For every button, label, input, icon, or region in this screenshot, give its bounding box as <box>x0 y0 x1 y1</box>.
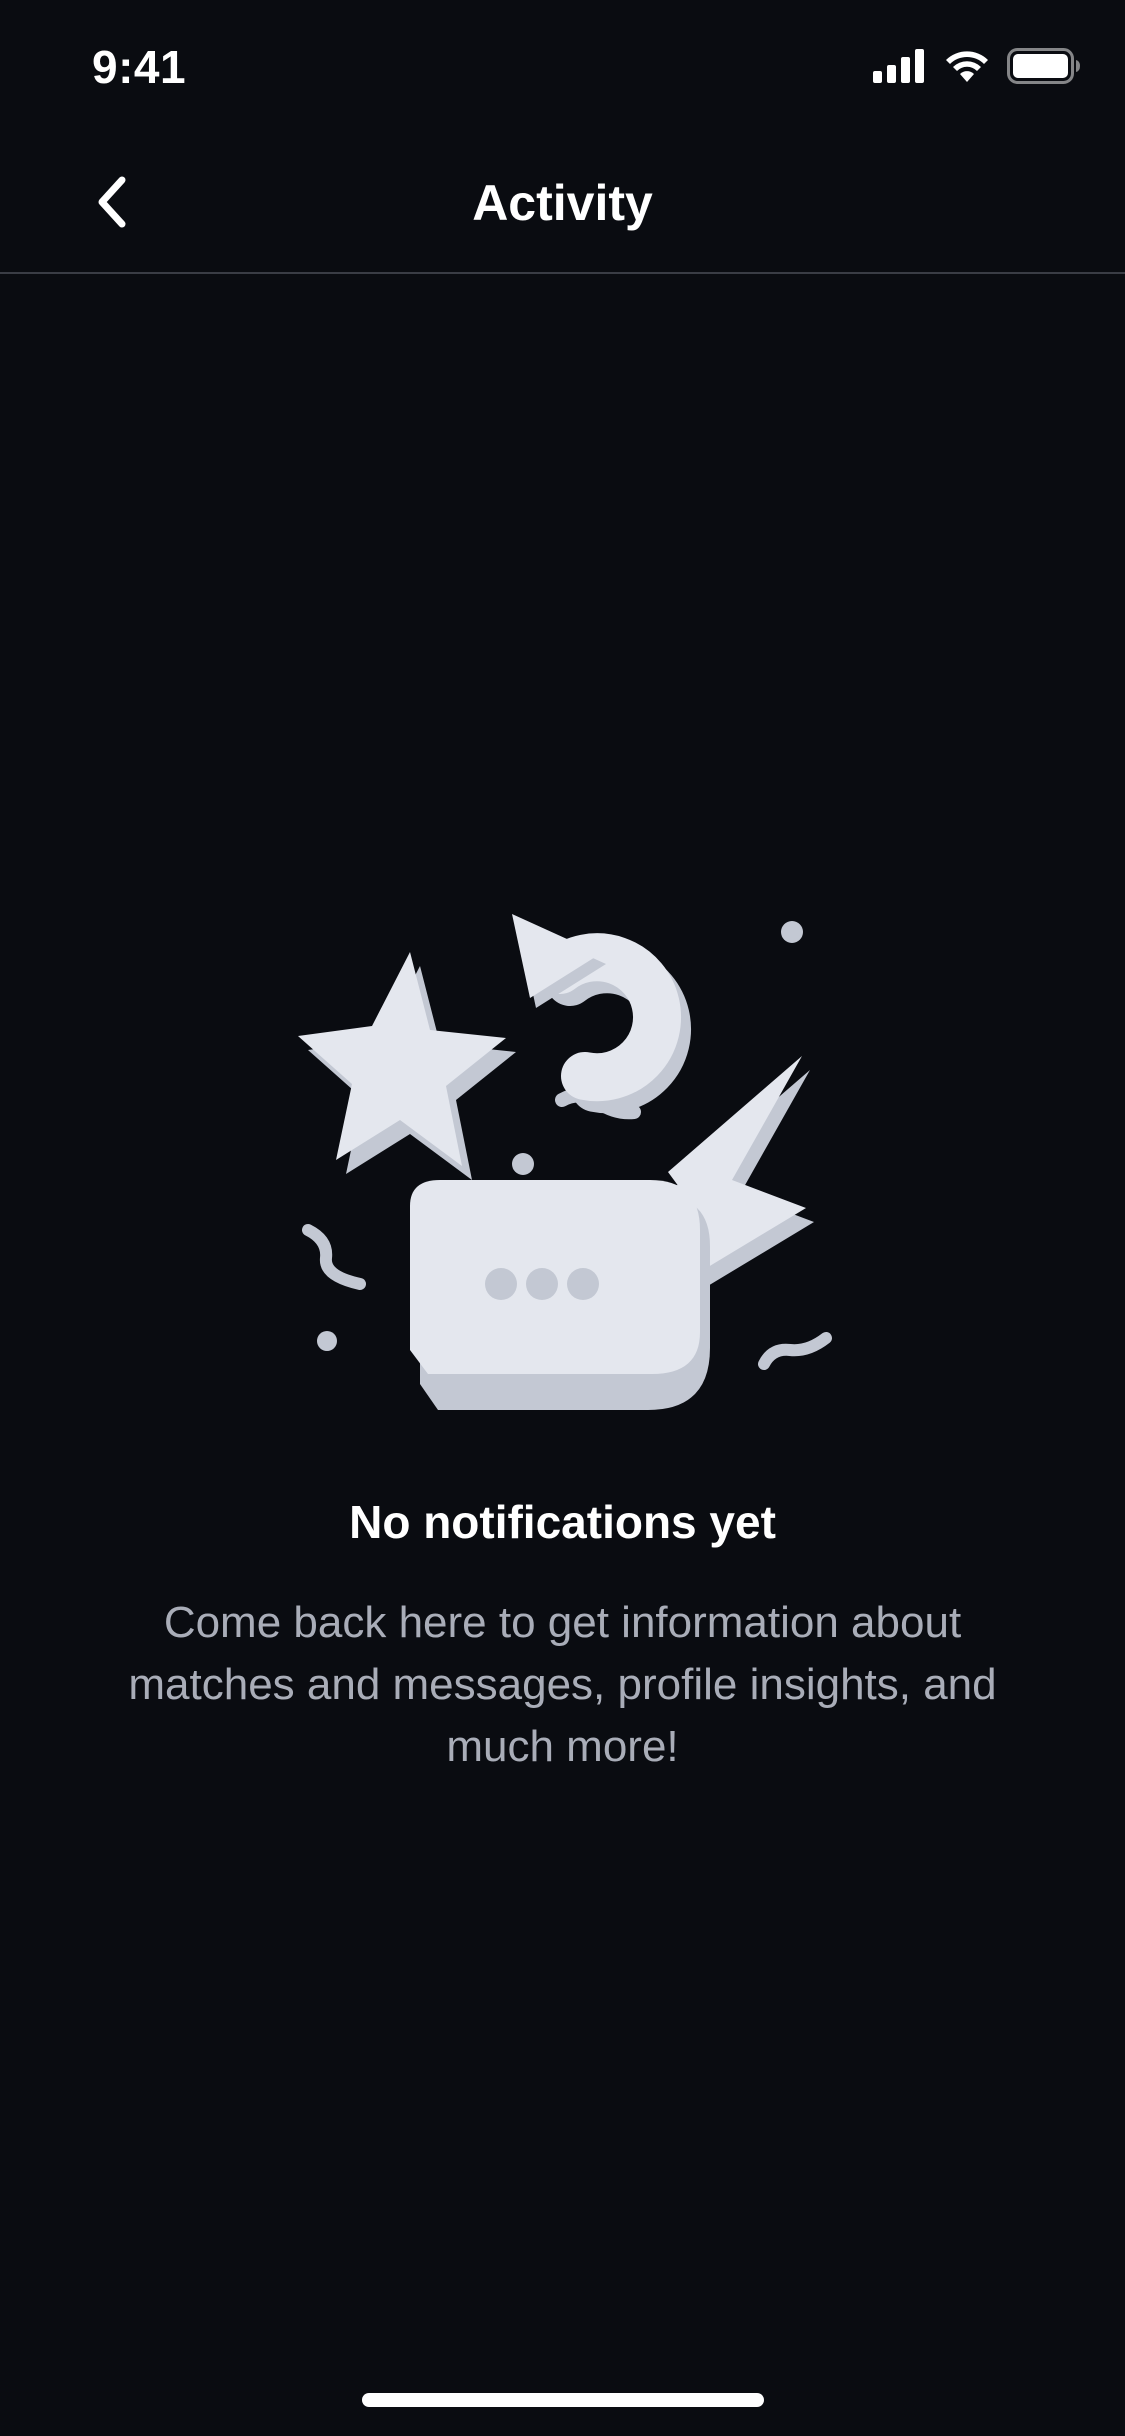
status-bar: 9:41 <box>0 0 1125 132</box>
chat-bubble-shape <box>410 1180 710 1410</box>
cellular-signal-icon <box>873 49 924 83</box>
wifi-icon <box>946 51 988 82</box>
star-shape <box>298 952 516 1180</box>
status-icons <box>873 48 1081 84</box>
confetti-squiggle <box>302 1224 366 1290</box>
confetti-squiggle <box>758 1332 832 1370</box>
confetti-dot <box>781 921 803 943</box>
nav-bar: Activity <box>0 132 1125 274</box>
activity-illustration <box>298 914 832 1410</box>
confetti-dot <box>317 1331 337 1351</box>
battery-icon <box>1007 48 1080 84</box>
empty-state-description: Come back here to get information about … <box>128 1598 997 1771</box>
status-time: 9:41 <box>92 41 187 93</box>
rewind-shape <box>512 914 691 1114</box>
confetti-dot <box>512 1153 534 1175</box>
home-indicator[interactable] <box>362 2393 764 2407</box>
empty-state-title: No notifications yet <box>349 1496 776 1548</box>
page-title: Activity <box>472 175 653 231</box>
